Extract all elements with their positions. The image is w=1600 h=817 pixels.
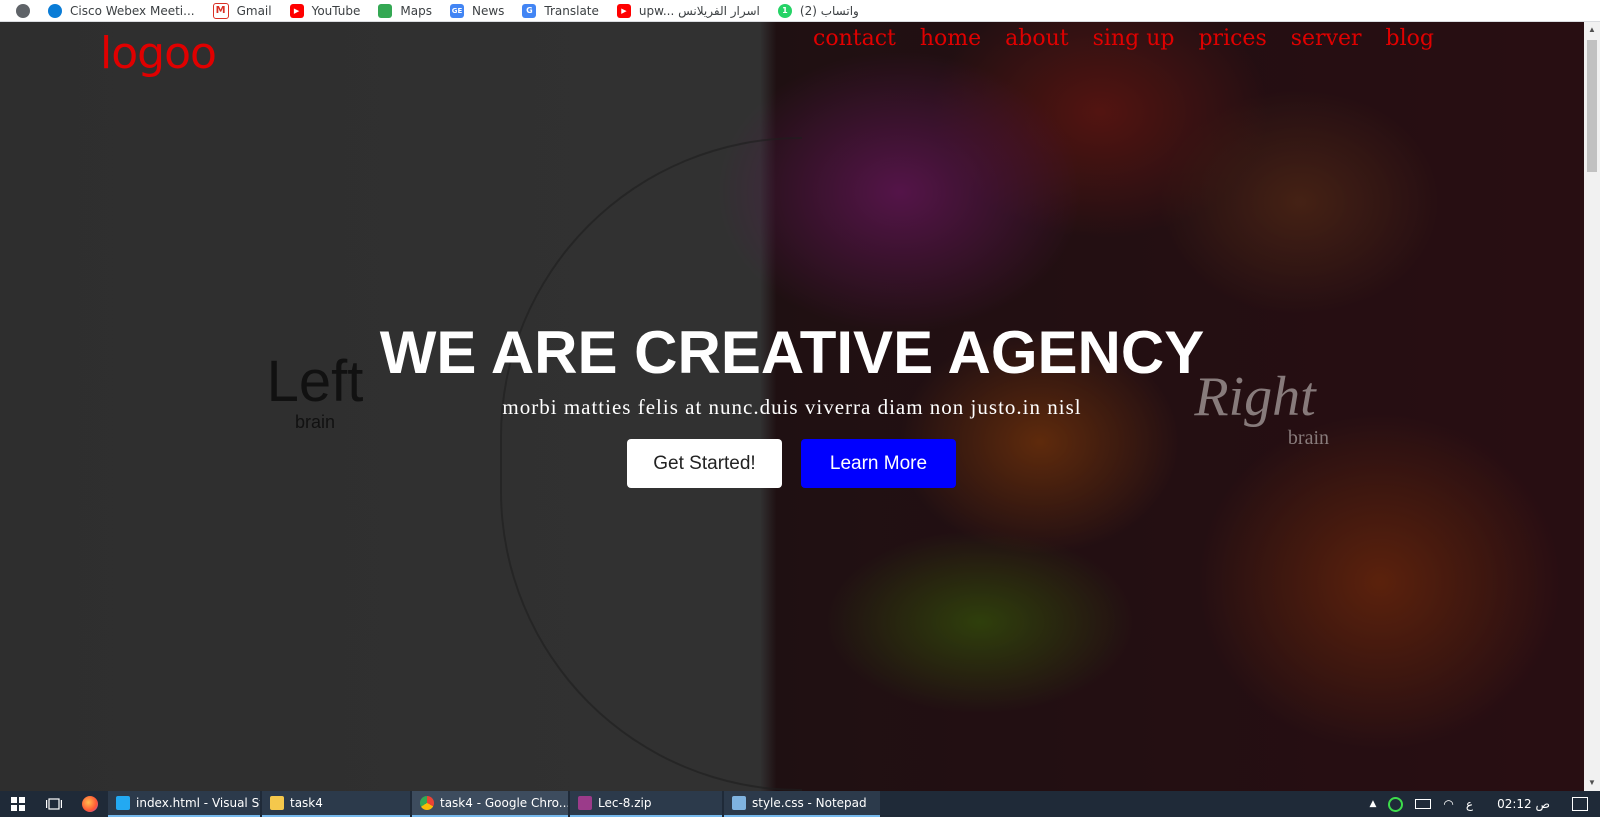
bookmarks-bar: Cisco Webex Meeti... M Gmail ▶ YouTube M…: [0, 0, 1600, 22]
bookmark-label: YouTube: [311, 3, 361, 18]
nav-sign-up[interactable]: sing up: [1093, 22, 1175, 54]
bookmark-upwork-channel[interactable]: ▶ upw... اسرار الفريلانس: [616, 3, 760, 18]
bookmark-label: Cisco Webex Meeti...: [70, 3, 195, 18]
bookmark-label: Translate: [544, 3, 599, 18]
windows-start-icon[interactable]: [0, 791, 36, 817]
scroll-up-arrow-icon[interactable]: ▲: [1584, 22, 1600, 38]
clock[interactable]: 02:12 ص: [1497, 797, 1550, 811]
battery-icon[interactable]: [1415, 799, 1432, 809]
whatsapp-icon: 1: [777, 3, 792, 18]
taskbar-app-notepad[interactable]: style.css - Notepad: [724, 791, 880, 817]
notepad-icon: [732, 796, 746, 810]
youtube-icon: ▶: [616, 3, 631, 18]
taskbar-app-label: task4: [290, 796, 323, 810]
taskbar-app-folder[interactable]: task4: [262, 791, 410, 817]
winrar-icon: [578, 796, 592, 810]
taskbar-app-label: Lec-8.zip: [598, 796, 652, 810]
bookmark-label: واتساب (2): [799, 3, 859, 18]
hero-subtitle: morbi matties felis at nunc.duis viverra…: [502, 395, 1082, 419]
taskbar-app-winrar[interactable]: Lec-8.zip: [570, 791, 722, 817]
youtube-icon: ▶: [289, 3, 304, 18]
bookmark-translate[interactable]: G Translate: [522, 3, 599, 18]
bookmark-label: News: [471, 3, 505, 18]
bookmark-webex[interactable]: Cisco Webex Meeti...: [48, 3, 195, 18]
bookmark-news[interactable]: GE News: [449, 3, 505, 18]
nav-about[interactable]: about: [1005, 22, 1068, 54]
taskbar-app-chrome[interactable]: task4 - Google Chro...: [412, 791, 568, 817]
bookmark-youtube[interactable]: ▶ YouTube: [289, 3, 361, 18]
input-language[interactable]: ع: [1466, 797, 1473, 811]
bookmark-whatsapp[interactable]: 1 واتساب (2): [777, 3, 859, 18]
system-tray: ▲ ◠ ع 02:12 ص: [1370, 791, 1600, 817]
webex-icon: [48, 3, 62, 18]
windows-taskbar: index.html - Visual St... task4 task4 - …: [0, 791, 1600, 817]
translate-icon: G: [522, 3, 537, 18]
tray-chevron-up-icon[interactable]: ▲: [1370, 799, 1377, 809]
main-nav: contact home about sing up prices server…: [789, 22, 1434, 54]
bookmark-label: Maps: [400, 3, 432, 18]
hero-section: Left brain Right brain logoo contact hom…: [0, 22, 1584, 791]
wifi-icon[interactable]: ◠: [1443, 797, 1453, 811]
bookmark-maps[interactable]: Maps: [378, 3, 432, 18]
taskbar-app-label: index.html - Visual St...: [136, 796, 260, 810]
vscode-icon: [116, 796, 130, 810]
scroll-thumb[interactable]: [1587, 40, 1597, 172]
hero-buttons: Get Started! Learn More: [627, 439, 956, 488]
bookmark-label: upw... اسرار الفريلانس: [638, 3, 760, 18]
learn-more-button[interactable]: Learn More: [801, 439, 956, 488]
tray-status-icon[interactable]: [1388, 796, 1404, 812]
nav-blog[interactable]: blog: [1386, 22, 1434, 54]
nav-server[interactable]: server: [1291, 22, 1362, 54]
taskbar-app-label: style.css - Notepad: [752, 796, 867, 810]
nav-prices[interactable]: prices: [1198, 22, 1266, 54]
page-scrollbar[interactable]: ▲ ▼: [1584, 22, 1600, 791]
folder-icon: [270, 796, 284, 810]
gmail-icon: M: [212, 2, 229, 19]
notifications-icon[interactable]: [1572, 797, 1588, 811]
maps-icon: [378, 3, 393, 18]
task-view-icon[interactable]: [36, 791, 72, 817]
get-started-button[interactable]: Get Started!: [627, 439, 782, 488]
scroll-down-arrow-icon[interactable]: ▼: [1584, 775, 1600, 791]
nav-contact[interactable]: contact: [813, 22, 896, 54]
news-icon: GE: [449, 3, 464, 18]
firefox-icon[interactable]: [72, 791, 108, 817]
chrome-icon: [420, 796, 434, 810]
apps-icon[interactable]: [16, 3, 30, 18]
taskbar-app-vscode[interactable]: index.html - Visual St...: [108, 791, 260, 817]
hero-headline: WE ARE CREATIVE AGENCY: [379, 319, 1205, 386]
site-logo[interactable]: logoo: [100, 28, 217, 79]
bookmark-label: Gmail: [236, 3, 272, 18]
nav-home[interactable]: home: [920, 22, 981, 54]
taskbar-app-label: task4 - Google Chro...: [440, 796, 568, 810]
bookmark-gmail[interactable]: M Gmail: [212, 2, 272, 19]
right-brain-subtitle: brain: [1287, 427, 1329, 449]
